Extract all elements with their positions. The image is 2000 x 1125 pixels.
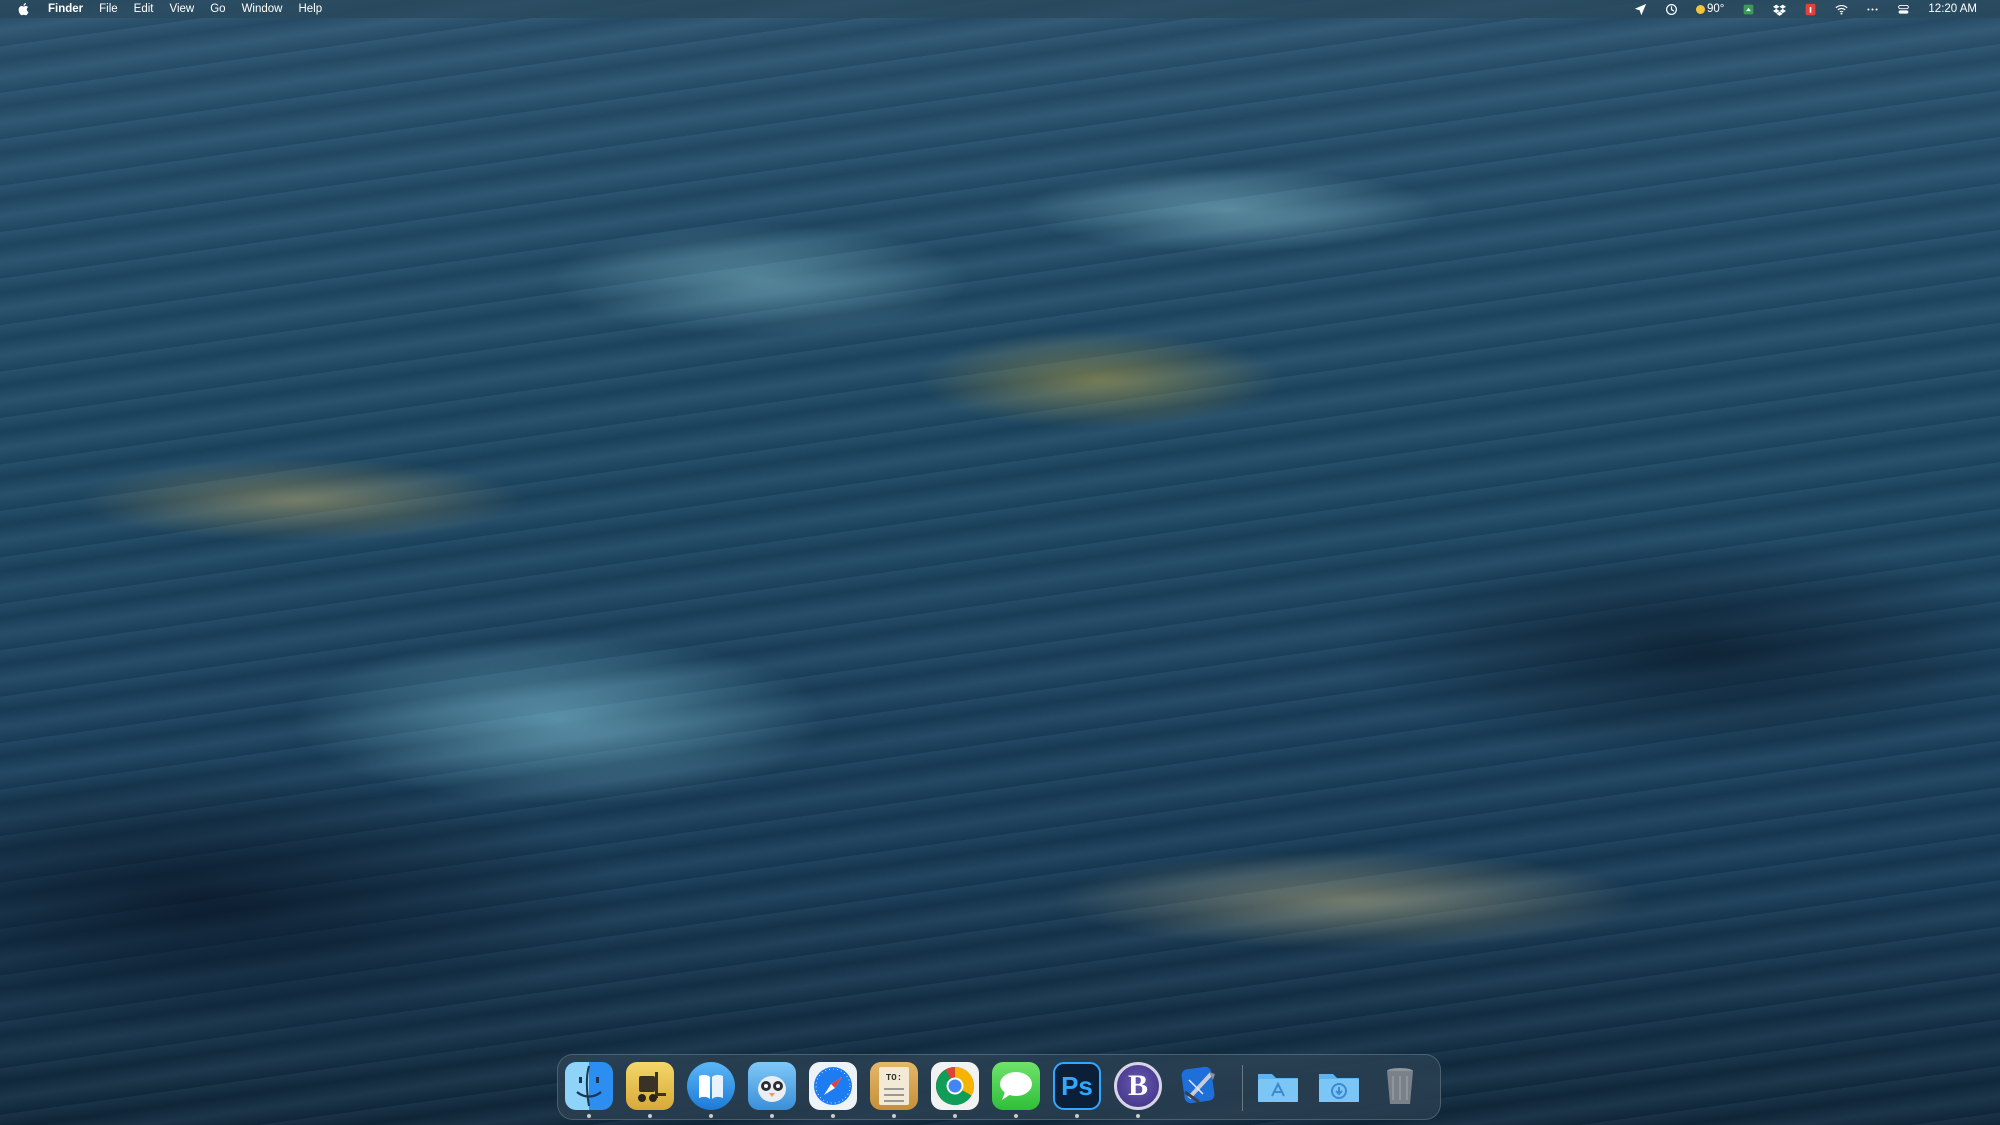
bbedit-icon: B (1127, 1069, 1148, 1102)
finder-icon (576, 1065, 602, 1107)
todo-label: TO: (885, 1073, 903, 1083)
weather-temperature: 90° (1707, 3, 1725, 15)
dock-applications-stack[interactable] (1254, 1062, 1302, 1110)
dock-running-indicator (709, 1114, 713, 1118)
dock-trash[interactable] (1376, 1062, 1424, 1110)
menu-go[interactable]: Go (202, 0, 233, 18)
dock-books[interactable] (687, 1062, 735, 1110)
menu-edit[interactable]: Edit (126, 0, 162, 18)
dock-running-indicator (587, 1114, 591, 1118)
menu-file[interactable]: File (91, 0, 126, 18)
dock-photoshop[interactable]: Ps (1053, 1062, 1101, 1110)
calendar-badge-icon[interactable] (1795, 3, 1826, 16)
trash-icon (1387, 1068, 1413, 1104)
dock-safari[interactable] (809, 1062, 857, 1110)
chrome-icon (935, 1067, 975, 1106)
dock-messages[interactable] (992, 1062, 1040, 1110)
books-icon (699, 1074, 723, 1099)
dock-finder[interactable] (565, 1062, 613, 1110)
desktop-wallpaper (0, 0, 2000, 1125)
downloads-folder-icon (1319, 1074, 1359, 1102)
control-center-icon[interactable] (1888, 3, 1919, 16)
dock-todo[interactable]: TO: (870, 1062, 918, 1110)
todo-list-icon: TO: (879, 1067, 909, 1105)
menu-bar-left: Finder File Edit View Go Window Help (0, 0, 330, 18)
menu-help[interactable]: Help (290, 0, 330, 18)
safari-compass-icon (814, 1067, 852, 1105)
sun-icon (1696, 4, 1706, 14)
menu-clock[interactable]: 12:20 AM (1919, 0, 1986, 18)
dock-running-indicator (831, 1114, 835, 1118)
tweetbot-icon (758, 1076, 786, 1102)
dock-xcode[interactable] (1175, 1062, 1223, 1110)
dropbox-icon[interactable] (1764, 3, 1795, 16)
dock-running-indicator (1136, 1114, 1140, 1118)
dock-chrome[interactable] (931, 1062, 979, 1110)
dock-running-indicator (1075, 1114, 1079, 1118)
dock: TO: Ps B (557, 1054, 1441, 1120)
dock-running-indicator (892, 1114, 896, 1118)
wifi-icon[interactable] (1826, 3, 1857, 16)
app-status-icon[interactable] (1733, 3, 1764, 16)
menu-window[interactable]: Window (234, 0, 291, 18)
weather-status[interactable]: 90° (1687, 0, 1733, 18)
dock-downloads-stack[interactable] (1315, 1062, 1363, 1110)
apple-icon[interactable] (16, 2, 30, 16)
dock-transmit[interactable] (626, 1062, 674, 1110)
photoshop-icon: Ps (1061, 1070, 1093, 1101)
applications-folder-icon (1258, 1074, 1298, 1102)
dock-tweetbot[interactable] (748, 1062, 796, 1110)
menu-view[interactable]: View (162, 0, 203, 18)
dock-bbedit[interactable]: B (1114, 1062, 1162, 1110)
forklift-icon (638, 1072, 666, 1102)
menu-bar-status: 90° 12:20 AM (1625, 0, 2000, 18)
more-dots-icon[interactable] (1857, 3, 1888, 16)
menu-bar: Finder File Edit View Go Window Help 90° (0, 0, 2000, 18)
time-machine-icon[interactable] (1656, 3, 1687, 16)
dock-running-indicator (953, 1114, 957, 1118)
dock-running-indicator (1014, 1114, 1018, 1118)
dock-separator (1242, 1065, 1243, 1111)
menu-app-name[interactable]: Finder (40, 0, 91, 18)
messages-icon (1000, 1072, 1032, 1100)
dock-running-indicator (770, 1114, 774, 1118)
dock-running-indicator (648, 1114, 652, 1118)
xcode-icon (1181, 1066, 1215, 1104)
location-arrow-icon[interactable] (1625, 3, 1656, 16)
